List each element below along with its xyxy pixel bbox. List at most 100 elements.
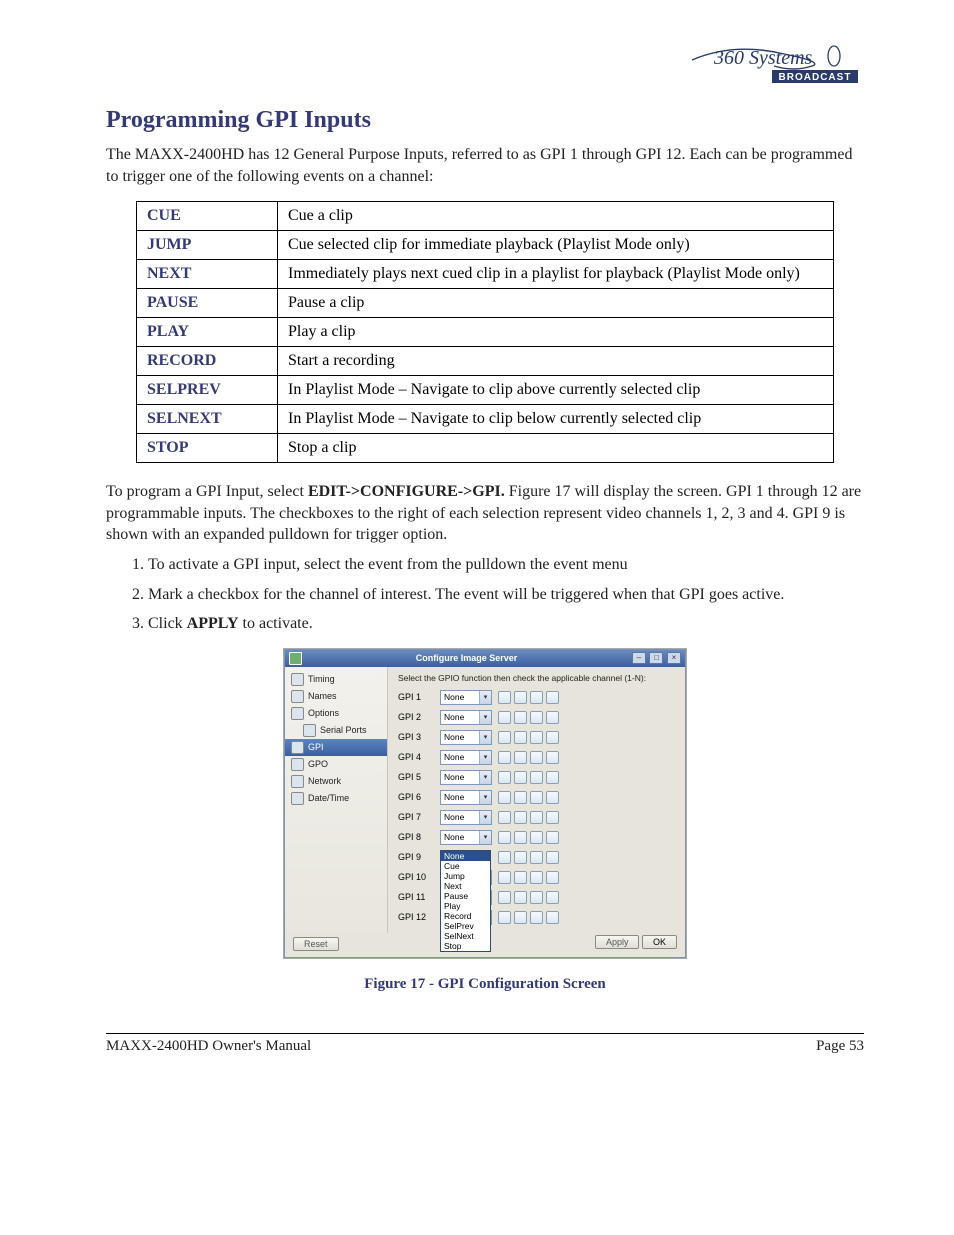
- channel-checkbox[interactable]: [530, 791, 543, 804]
- channel-checkbox[interactable]: [514, 871, 527, 884]
- function-select[interactable]: None▾: [440, 810, 492, 825]
- dropdown-option[interactable]: None: [441, 851, 490, 861]
- channel-checkbox[interactable]: [514, 891, 527, 904]
- chevron-down-icon[interactable]: ▾: [479, 711, 491, 724]
- channel-checkbox[interactable]: [498, 831, 511, 844]
- chevron-down-icon[interactable]: ▾: [479, 771, 491, 784]
- chevron-down-icon[interactable]: ▾: [479, 691, 491, 704]
- channel-checkbox[interactable]: [530, 871, 543, 884]
- dropdown-option[interactable]: Play: [441, 901, 490, 911]
- channel-checkbox[interactable]: [546, 811, 559, 824]
- channel-checkbox[interactable]: [514, 831, 527, 844]
- channel-checkbox[interactable]: [514, 731, 527, 744]
- sidebar-item-timing[interactable]: Timing: [285, 671, 387, 688]
- channel-checkbox[interactable]: [530, 891, 543, 904]
- sidebar-item-names[interactable]: Names: [285, 688, 387, 705]
- channel-checkbox[interactable]: [530, 751, 543, 764]
- channel-checkbox[interactable]: [498, 711, 511, 724]
- function-select[interactable]: None▾: [440, 790, 492, 805]
- dropdown-option[interactable]: Cue: [441, 861, 490, 871]
- channel-checkbox[interactable]: [530, 911, 543, 924]
- sidebar-label: Serial Ports: [320, 725, 367, 735]
- channel-checkbox[interactable]: [498, 891, 511, 904]
- apply-button[interactable]: Apply: [595, 935, 640, 949]
- dropdown-option[interactable]: Jump: [441, 871, 490, 881]
- channel-checkbox[interactable]: [514, 911, 527, 924]
- channel-checkbox[interactable]: [514, 851, 527, 864]
- channel-checkbox[interactable]: [530, 831, 543, 844]
- channel-checkbox[interactable]: [546, 871, 559, 884]
- channel-checkbox[interactable]: [530, 811, 543, 824]
- chevron-down-icon[interactable]: ▾: [479, 831, 491, 844]
- dropdown-option[interactable]: Stop: [441, 941, 490, 951]
- channel-checkbox[interactable]: [514, 691, 527, 704]
- reset-button[interactable]: Reset: [293, 937, 339, 951]
- sidebar-item-gpo[interactable]: GPO: [285, 756, 387, 773]
- channel-checkbox[interactable]: [546, 831, 559, 844]
- command-desc: In Playlist Mode – Navigate to clip belo…: [278, 405, 834, 434]
- dropdown-open[interactable]: NoneCueJumpNextPausePlayRecordSelPrevSel…: [440, 850, 491, 952]
- gpi-label: GPI 5: [398, 772, 432, 782]
- sidebar-label: GPI: [308, 742, 324, 752]
- channel-checkbox[interactable]: [546, 851, 559, 864]
- ok-button[interactable]: OK: [642, 935, 677, 949]
- dropdown-option[interactable]: Pause: [441, 891, 490, 901]
- dropdown-option[interactable]: SelNext: [441, 931, 490, 941]
- channel-checkbox[interactable]: [546, 751, 559, 764]
- chevron-down-icon[interactable]: ▾: [479, 811, 491, 824]
- channel-checkbox[interactable]: [498, 751, 511, 764]
- function-select[interactable]: None▾: [440, 770, 492, 785]
- chevron-down-icon[interactable]: ▾: [479, 791, 491, 804]
- sidebar-item-date-time[interactable]: Date/Time: [285, 790, 387, 807]
- channel-checkbox[interactable]: [514, 751, 527, 764]
- dropdown-option[interactable]: SelPrev: [441, 921, 490, 931]
- channel-checkbox[interactable]: [546, 771, 559, 784]
- dropdown-option[interactable]: Next: [441, 881, 490, 891]
- channel-checkbox[interactable]: [530, 691, 543, 704]
- function-select[interactable]: None▾: [440, 730, 492, 745]
- channel-checkbox[interactable]: [514, 711, 527, 724]
- channel-checkbox[interactable]: [546, 791, 559, 804]
- channel-checkbox[interactable]: [498, 771, 511, 784]
- minimize-button[interactable]: –: [632, 652, 646, 664]
- sidebar-item-options[interactable]: Options: [285, 705, 387, 722]
- command-desc: Cue a clip: [278, 202, 834, 231]
- maximize-button[interactable]: □: [649, 652, 663, 664]
- sidebar-item-gpi[interactable]: GPI: [285, 739, 387, 756]
- sidebar-item-serial-ports[interactable]: Serial Ports: [285, 722, 387, 739]
- function-select[interactable]: None▾: [440, 830, 492, 845]
- function-select[interactable]: None▾: [440, 710, 492, 725]
- gpi-label: GPI 8: [398, 832, 432, 842]
- channel-checkbox[interactable]: [498, 811, 511, 824]
- channel-checkbox[interactable]: [498, 731, 511, 744]
- close-button[interactable]: ×: [667, 652, 681, 664]
- chevron-down-icon[interactable]: ▾: [479, 731, 491, 744]
- chevron-down-icon[interactable]: ▾: [479, 751, 491, 764]
- channel-checkbox[interactable]: [498, 871, 511, 884]
- sidebar-icon: [291, 775, 304, 788]
- page-footer: MAXX-2400HD Owner's Manual Page 53: [106, 1033, 864, 1055]
- function-select[interactable]: None▾: [440, 750, 492, 765]
- channel-checkbox[interactable]: [530, 711, 543, 724]
- channel-checkbox[interactable]: [498, 851, 511, 864]
- channel-checkbox[interactable]: [530, 731, 543, 744]
- channel-checkbox[interactable]: [546, 731, 559, 744]
- channel-checkbox[interactable]: [498, 911, 511, 924]
- channel-checkbox[interactable]: [514, 811, 527, 824]
- channel-checkbox[interactable]: [546, 911, 559, 924]
- channel-checkbox[interactable]: [530, 771, 543, 784]
- channel-checkbox[interactable]: [546, 711, 559, 724]
- channel-checkbox[interactable]: [498, 791, 511, 804]
- channel-checkbox[interactable]: [514, 771, 527, 784]
- channel-checkbox[interactable]: [530, 851, 543, 864]
- channel-checkbox[interactable]: [546, 691, 559, 704]
- intro-text: The MAXX-2400HD has 12 General Purpose I…: [106, 144, 864, 187]
- channel-checkbox[interactable]: [498, 691, 511, 704]
- command-desc: Stop a clip: [278, 434, 834, 463]
- sidebar-item-network[interactable]: Network: [285, 773, 387, 790]
- function-select[interactable]: None▾: [440, 690, 492, 705]
- channel-checkbox[interactable]: [514, 791, 527, 804]
- dropdown-option[interactable]: Record: [441, 911, 490, 921]
- table-row: CUECue a clip: [137, 202, 834, 231]
- channel-checkbox[interactable]: [546, 891, 559, 904]
